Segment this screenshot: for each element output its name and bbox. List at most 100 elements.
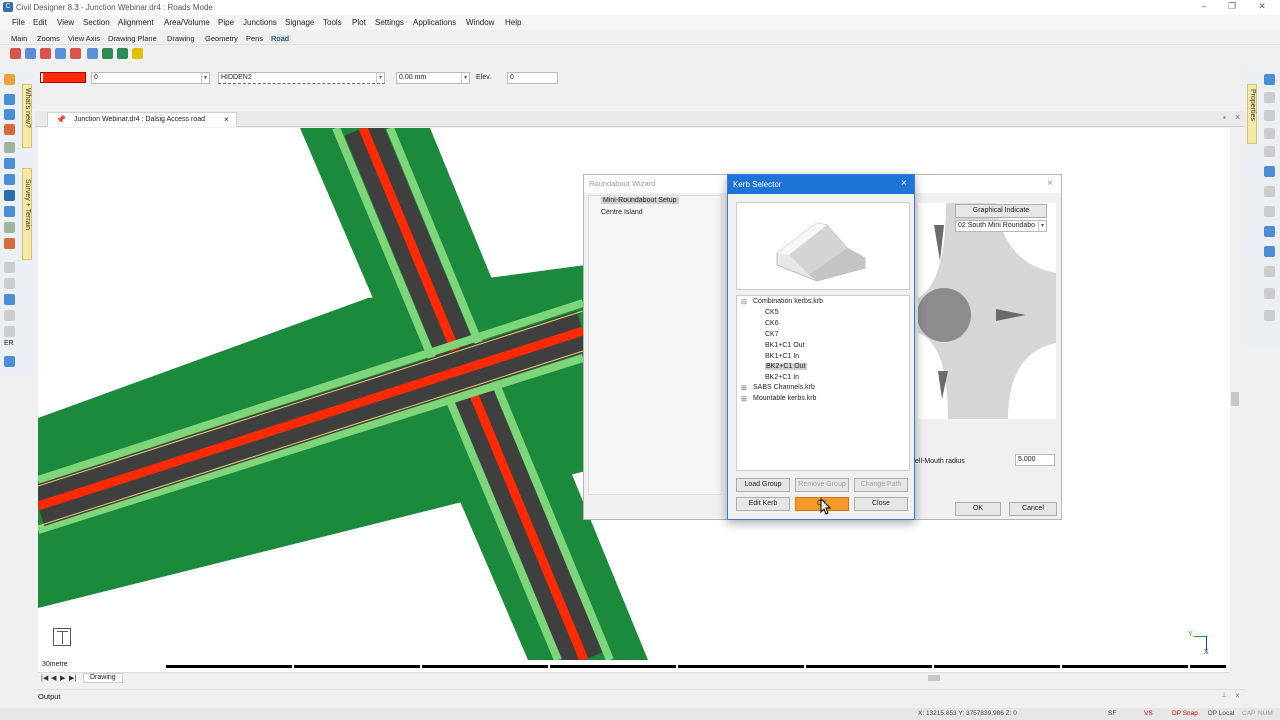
close-icon[interactable]: ✕ [1252, 1, 1272, 13]
vertical-scrollbar[interactable] [1230, 128, 1240, 672]
tab-list-icon[interactable]: ▪ [1223, 113, 1226, 122]
tab-geometry[interactable]: Geometry [205, 34, 238, 43]
dots-icon[interactable] [4, 278, 15, 289]
tree-group-mountable[interactable]: Mountable kerbs.krb [753, 395, 816, 402]
layer-icon[interactable] [4, 74, 15, 85]
curve-icon[interactable] [1264, 146, 1275, 157]
rotate-icon[interactable] [1264, 206, 1275, 217]
menu-signage[interactable]: Signage [285, 18, 314, 27]
tab-drawing[interactable]: Drawing [167, 34, 195, 43]
status-dp-local[interactable]: DP Local [1208, 710, 1234, 717]
expand-icon[interactable]: ⊞ [741, 384, 747, 392]
chevron-down-icon[interactable]: ▾ [1038, 221, 1046, 231]
copy-icon[interactable] [1264, 288, 1275, 299]
status-dp-snap[interactable]: DP Snap [1172, 710, 1198, 717]
width-field[interactable]: 0.00 mm ▾ [396, 72, 470, 84]
pin-icon[interactable]: 📌 [56, 115, 66, 124]
arrow-icon[interactable] [1264, 74, 1275, 85]
layout-icon[interactable] [4, 294, 15, 305]
collapse-icon[interactable]: ⊟ [741, 298, 747, 306]
monitor-icon[interactable] [4, 356, 15, 367]
wizard-cancel-button[interactable]: Cancel [1009, 502, 1057, 516]
tree-mini-roundabout-setup[interactable]: Mini-Roundabout Setup [601, 197, 679, 204]
menu-pipe[interactable]: Pipe [218, 18, 234, 27]
status-sf[interactable]: SF [1108, 710, 1116, 717]
pin-icon[interactable]: ⊥ [1221, 691, 1227, 699]
refresh-icon[interactable] [102, 48, 113, 59]
cross-icon[interactable] [4, 262, 15, 273]
nav-first-icon[interactable]: |◀ [41, 674, 48, 682]
tab-road[interactable]: Road [269, 34, 291, 43]
tab-zooms[interactable]: Zooms [37, 34, 60, 43]
remove-group-button[interactable]: Remove Group [795, 478, 849, 492]
menu-file[interactable]: File [12, 18, 25, 27]
menu-help[interactable]: Help [505, 18, 521, 27]
pan-icon[interactable] [55, 48, 66, 59]
wizard-ok-button[interactable]: OK [955, 502, 1001, 516]
junction-icon[interactable] [132, 48, 143, 59]
nav-last-icon[interactable]: ▶| [69, 674, 76, 682]
menu-view[interactable]: View [57, 18, 74, 27]
menu-section[interactable]: Section [83, 18, 110, 27]
status-vs[interactable]: VS [1144, 710, 1153, 717]
zoom-extents-icon[interactable] [70, 48, 81, 59]
menu-settings[interactable]: Settings [375, 18, 404, 27]
tree-item-ck7[interactable]: CK7 [765, 331, 779, 338]
tree-item-bk2-c1-out[interactable]: BK2+C1 Out [765, 363, 807, 370]
zoom-out-icon[interactable] [25, 48, 36, 59]
polyline-icon[interactable] [1264, 128, 1275, 139]
tree-item-bk1-c1-in[interactable]: BK1+C1 In [765, 353, 799, 360]
wizard-close-icon[interactable]: × [1047, 178, 1053, 189]
terrain-icon[interactable] [4, 142, 15, 153]
tab-pens[interactable]: Pens [246, 34, 263, 43]
table-icon[interactable] [1264, 310, 1275, 321]
scroll-thumb[interactable] [928, 675, 940, 681]
tree-group-sabs[interactable]: SABS Channels.krb [753, 384, 815, 391]
tree-item-ck5[interactable]: CK5 [765, 309, 779, 316]
menu-edit[interactable]: Edit [33, 18, 47, 27]
roundabout-type-select[interactable]: 02 South Mini Roundabo ▾ [955, 220, 1047, 232]
tab-main[interactable]: Main [11, 34, 27, 43]
minimize-icon[interactable]: – [1194, 1, 1214, 13]
menu-plot[interactable]: Plot [352, 18, 366, 27]
linetype-field[interactable]: HIDDEN2 ▾ [218, 72, 385, 84]
network-icon[interactable] [4, 206, 15, 217]
chevron-down-icon[interactable]: ▾ [201, 73, 209, 83]
layer-field[interactable]: 0 ▾ [91, 72, 210, 84]
drawing-sheet-tab[interactable]: Drawing [83, 673, 123, 683]
menu-alignment[interactable]: Alignment [118, 18, 154, 27]
elev-field[interactable]: 0 [507, 72, 558, 84]
er-icon[interactable]: ER [4, 340, 14, 347]
grid-icon[interactable] [4, 109, 15, 120]
kerb-close-icon[interactable]: × [901, 178, 907, 189]
road-icon[interactable] [4, 124, 15, 135]
tree-group-combination[interactable]: Combination kerbs.krb [753, 298, 823, 305]
close-all-icon[interactable]: × [1235, 112, 1240, 122]
scroll-thumb[interactable] [1231, 392, 1239, 406]
select-icon[interactable] [1264, 92, 1275, 103]
kerb-close-button[interactable]: Close [854, 497, 908, 511]
grid-snap-icon[interactable] [1264, 166, 1275, 177]
restore-icon[interactable]: ❐ [1222, 1, 1242, 13]
chevron-down-icon[interactable]: ▾ [461, 73, 469, 83]
snap-icon[interactable] [117, 48, 128, 59]
nav-next-icon[interactable]: ▶ [60, 674, 65, 682]
menu-tools[interactable]: Tools [323, 18, 342, 27]
change-path-button[interactable]: Change Path [854, 478, 908, 492]
zoom-all-icon[interactable] [87, 48, 98, 59]
tree-centre-island[interactable]: Centre Island [601, 209, 643, 216]
document-close-icon[interactable]: × [224, 115, 229, 124]
tab-drawing-plane[interactable]: Drawing Plane [108, 34, 157, 43]
arc-icon[interactable] [1264, 246, 1275, 257]
bell-mouth-field[interactable]: 5.000 [1015, 454, 1055, 466]
survey-terrain-tab[interactable]: Survey + Terrain [22, 168, 32, 260]
pen-color-swatch[interactable] [40, 72, 86, 83]
tree-item-bk1-c1-out[interactable]: BK1+C1 Out [765, 342, 805, 349]
tree-item-ck6[interactable]: CK6 [765, 320, 779, 327]
horizontal-scrollbar[interactable]: |◀ ◀ ▶ ▶| Drawing [38, 672, 1230, 683]
tab-view-axis[interactable]: View Axis [68, 34, 100, 43]
globe-icon[interactable] [4, 94, 15, 105]
point-icon[interactable] [4, 190, 15, 201]
graphical-indicate-button[interactable]: Graphical Indicate [955, 204, 1047, 218]
line-icon[interactable] [1264, 110, 1275, 121]
